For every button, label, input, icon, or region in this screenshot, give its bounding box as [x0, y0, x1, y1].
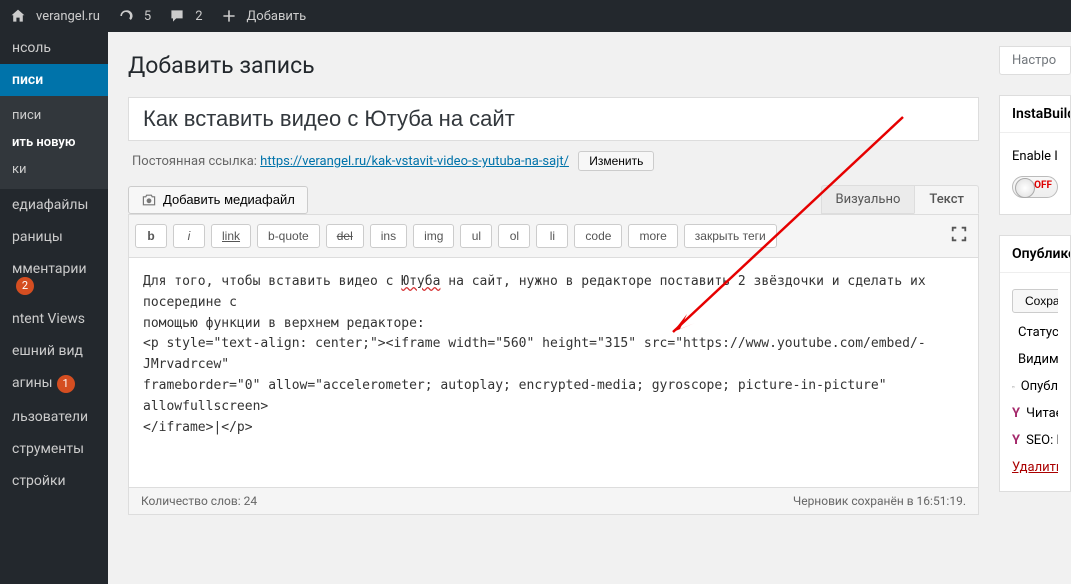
nav-posts-submenu: писи ить новую ки — [0, 96, 108, 189]
permalink-edit-button[interactable]: Изменить — [578, 151, 654, 171]
nav-media[interactable]: едиафайлы — [0, 189, 108, 221]
tb-close-tags[interactable]: закрыть теги — [684, 224, 777, 248]
widget-title: Опублико — [1000, 236, 1070, 273]
fullscreen-icon — [950, 225, 968, 243]
nav-posts[interactable]: писи — [0, 64, 108, 96]
editor-status-bar: Количество слов: 24 Черновик сохранён в … — [128, 488, 979, 515]
calendar-icon — [1012, 380, 1015, 394]
nav-content-views[interactable]: ntent Views — [0, 303, 108, 335]
refresh-icon — [118, 8, 134, 24]
nav-comments[interactable]: мментарии2 — [0, 253, 108, 303]
spellcheck-word: Ютуба — [401, 274, 440, 289]
word-count: Количество слов: 24 — [141, 494, 257, 508]
tb-li[interactable]: li — [536, 224, 568, 248]
editor-tabs: Визуально Текст — [821, 185, 979, 214]
tb-ins[interactable]: ins — [370, 224, 407, 248]
yoast-icon: Y — [1012, 406, 1020, 421]
enable-insta-label: Enable Ins — [1012, 143, 1058, 170]
tb-del[interactable]: del — [326, 224, 364, 248]
nav-users[interactable]: льзователи — [0, 401, 108, 433]
comments-badge: 2 — [16, 277, 34, 295]
yoast-icon: Y — [1012, 433, 1020, 448]
nav-add-new[interactable]: ить новую — [0, 129, 108, 156]
save-draft-button[interactable]: Сохранит — [1012, 289, 1058, 313]
screen-options-button[interactable]: Настро — [999, 46, 1071, 75]
status-label[interactable]: Статус — [1018, 325, 1058, 340]
post-title-input[interactable] — [128, 97, 979, 141]
add-media-button[interactable]: Добавить медиафайл — [128, 186, 308, 214]
tb-more[interactable]: more — [628, 224, 677, 248]
widget-instabuilder: InstaBuild Enable Ins — [999, 95, 1071, 215]
editor-main: Добавить запись Постоянная ссылка: https… — [108, 32, 999, 584]
add-new-link[interactable]: Добавить — [221, 8, 307, 24]
nav-pages[interactable]: раницы — [0, 221, 108, 253]
plus-icon — [221, 8, 237, 24]
site-link[interactable]: verangel.ru — [10, 8, 100, 24]
tb-img[interactable]: img — [413, 224, 454, 248]
permalink-row: Постоянная ссылка: https://verangel.ru/k… — [128, 147, 979, 185]
right-column: Настро InstaBuild Enable Ins Опублико Со… — [999, 32, 1071, 584]
tb-code[interactable]: code — [574, 224, 622, 248]
comment-icon — [169, 8, 185, 24]
permalink-url[interactable]: https://verangel.ru/kak-vstavit-video-s-… — [260, 154, 569, 169]
nav-appearance[interactable]: ешний вид — [0, 335, 108, 367]
tb-italic[interactable]: i — [173, 224, 205, 248]
content-textarea[interactable]: Для того, чтобы вставить видео с Ютуба н… — [128, 258, 979, 488]
tb-bold[interactable]: b — [135, 224, 167, 248]
nav-all-posts[interactable]: писи — [0, 102, 108, 129]
nav-console[interactable]: нсоль — [0, 32, 108, 64]
comments-link[interactable]: 2 — [169, 8, 202, 24]
plugins-badge: 1 — [57, 375, 75, 393]
nav-tools[interactable]: струменты — [0, 433, 108, 465]
site-name: verangel.ru — [36, 9, 100, 24]
widget-title: InstaBuild — [1000, 96, 1070, 133]
nav-categories[interactable]: ки — [0, 156, 108, 183]
visibility-label[interactable]: Видим — [1018, 352, 1058, 367]
text-toolbar: b i link b-quote del ins img ul ol li co… — [128, 214, 979, 258]
tb-ol[interactable]: ol — [498, 224, 530, 248]
tab-text[interactable]: Текст — [914, 185, 979, 214]
readability-label[interactable]: Читаем — [1026, 406, 1058, 421]
tb-link[interactable]: link — [211, 224, 251, 248]
admin-sidebar: нсоль писи писи ить новую ки едиафайлы р… — [0, 32, 108, 584]
updates-link[interactable]: 5 — [118, 8, 151, 24]
nav-plugins[interactable]: агины1 — [0, 367, 108, 401]
updates-count: 5 — [144, 9, 151, 24]
seo-label[interactable]: SEO: Н — [1026, 433, 1058, 448]
home-icon — [10, 8, 26, 24]
widget-publish: Опублико Сохранит Статус Видим Опубл Y Чи… — [999, 235, 1071, 492]
fullscreen-button[interactable] — [946, 221, 972, 251]
add-label: Добавить — [247, 9, 307, 24]
permalink-label: Постоянная ссылка: — [132, 154, 257, 169]
publish-date-label[interactable]: Опубл — [1021, 379, 1058, 394]
delete-link[interactable]: Удалить — [1012, 460, 1058, 475]
tab-visual[interactable]: Визуально — [821, 185, 915, 214]
camera-icon — [141, 192, 157, 208]
draft-saved-time: Черновик сохранён в 16:51:19. — [793, 494, 966, 508]
tb-bquote[interactable]: b-quote — [257, 224, 320, 248]
nav-settings[interactable]: стройки — [0, 465, 108, 497]
tb-ul[interactable]: ul — [460, 224, 492, 248]
insta-toggle[interactable] — [1012, 176, 1058, 198]
comments-count: 2 — [195, 9, 202, 24]
admin-topbar: verangel.ru 5 2 Добавить — [0, 0, 1071, 32]
page-title: Добавить запись — [128, 52, 979, 79]
